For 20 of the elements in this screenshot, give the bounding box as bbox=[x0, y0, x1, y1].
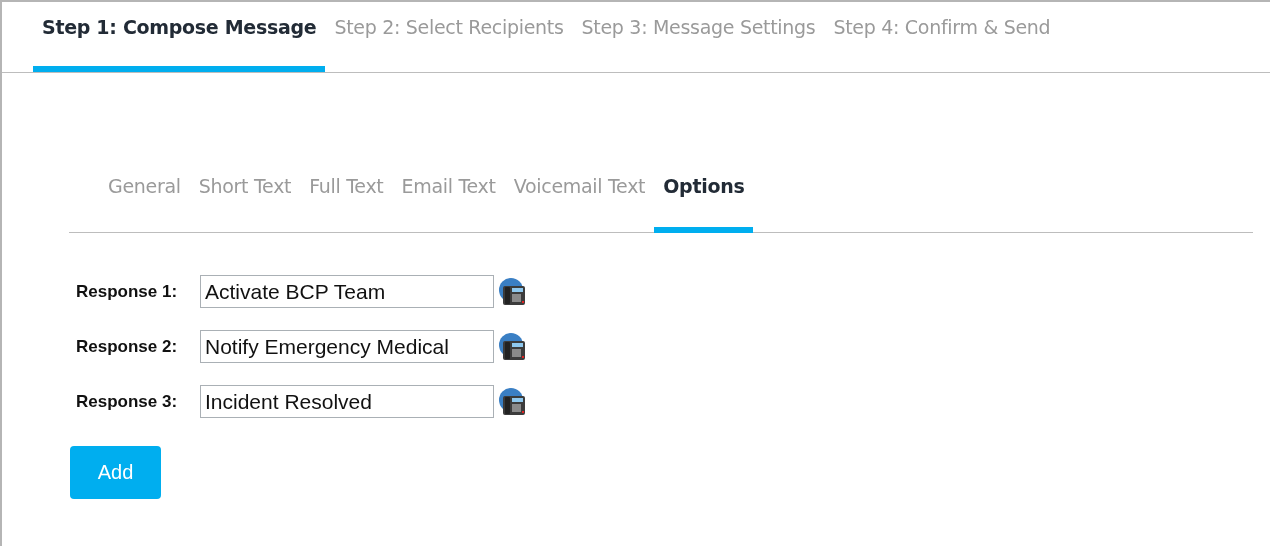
step-tab[interactable]: Step 2: Select Recipients bbox=[325, 2, 573, 72]
step-tab[interactable]: Step 3: Message Settings bbox=[572, 2, 825, 72]
step-tab[interactable]: Step 4: Confirm & Send bbox=[824, 2, 1060, 72]
tab[interactable]: Short Text bbox=[189, 161, 301, 233]
tab[interactable]: Full Text bbox=[300, 161, 393, 233]
tab[interactable]: Voicemail Text bbox=[504, 161, 655, 233]
tab[interactable]: Email Text bbox=[392, 161, 505, 233]
response-label: Response 2: bbox=[76, 336, 179, 357]
tab[interactable]: General bbox=[99, 161, 190, 233]
phone-icon[interactable] bbox=[497, 276, 527, 307]
response-field[interactable]: Incident Resolved bbox=[200, 385, 494, 418]
phone-icon[interactable] bbox=[497, 386, 527, 417]
phone-icon[interactable] bbox=[497, 331, 527, 362]
response-label: Response 1: bbox=[76, 281, 179, 302]
response-field[interactable]: Activate BCP Team bbox=[200, 275, 494, 308]
response-label: Response 3: bbox=[76, 391, 179, 412]
add-button[interactable]: Add bbox=[70, 446, 161, 499]
step-tab[interactable]: Step 1: Compose Message bbox=[33, 2, 326, 72]
tab[interactable]: Options bbox=[654, 161, 754, 233]
response-field[interactable]: Notify Emergency Medical bbox=[200, 330, 494, 363]
